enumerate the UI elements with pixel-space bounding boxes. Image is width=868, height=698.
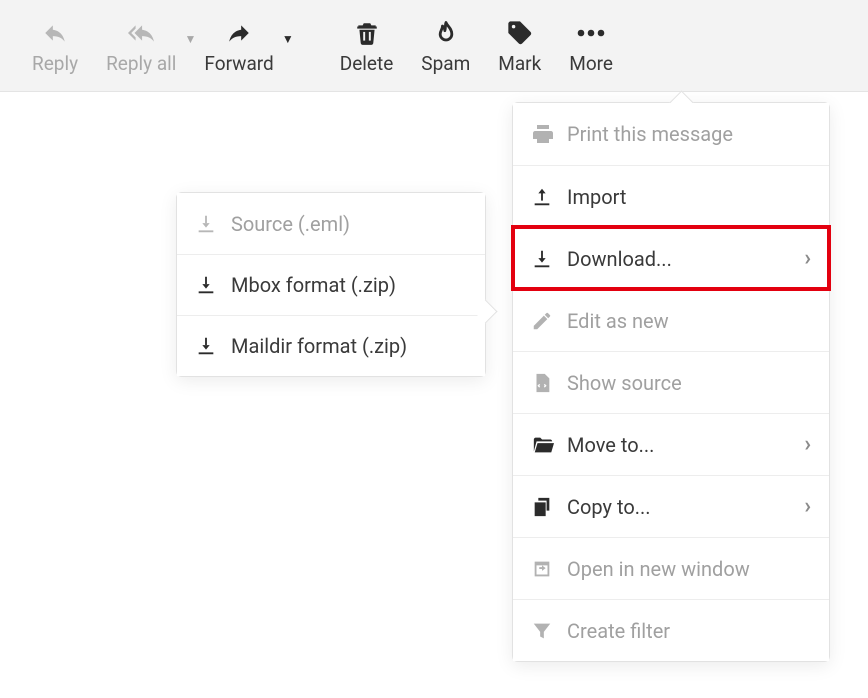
reply-all-label: Reply all (106, 52, 176, 75)
filter-icon (531, 620, 567, 642)
copy-icon (531, 496, 567, 518)
edit-as-new-item: Edit as new (513, 289, 829, 351)
upload-icon (531, 186, 567, 208)
download-source-eml-item: Source (.eml) (177, 193, 485, 254)
show-source-item: Show source (513, 351, 829, 413)
import-label: Import (567, 185, 811, 209)
chevron-right-icon: › (804, 246, 811, 271)
mark-label: Mark (498, 52, 541, 75)
chevron-right-icon: › (804, 494, 811, 519)
print-label: Print this message (567, 122, 811, 146)
download-label: Download... (567, 247, 804, 271)
printer-icon (531, 122, 567, 146)
download-mbox-item[interactable]: Mbox format (.zip) (177, 254, 485, 315)
move-to-item[interactable]: Move to... › (513, 413, 829, 475)
more-label: More (569, 52, 613, 75)
spam-button[interactable]: Spam (407, 10, 484, 81)
download-submenu: Source (.eml) Mbox format (.zip) Maildir… (176, 192, 486, 377)
forward-button[interactable]: Forward ▼ (190, 10, 287, 81)
delete-label: Delete (340, 52, 394, 75)
more-icon (576, 16, 606, 50)
mark-button[interactable]: Mark (484, 10, 555, 81)
create-filter-item: Create filter (513, 599, 829, 661)
tag-icon (506, 16, 534, 50)
import-item[interactable]: Import (513, 165, 829, 227)
menu-area: Source (.eml) Mbox format (.zip) Maildir… (0, 92, 868, 698)
open-new-window-item: Open in new window (513, 537, 829, 599)
mail-toolbar: Reply Reply all ▼ Forward ▼ Delete Spam … (0, 0, 868, 92)
spam-label: Spam (421, 52, 470, 75)
code-file-icon (531, 372, 567, 394)
download-icon (195, 213, 231, 235)
delete-button[interactable]: Delete (326, 10, 408, 81)
reply-all-button: Reply all ▼ (92, 10, 190, 81)
more-menu: Print this message Import Download... › … (512, 102, 830, 662)
copy-to-item[interactable]: Copy to... › (513, 475, 829, 537)
download-icon (195, 274, 231, 296)
download-maildir-label: Maildir format (.zip) (231, 334, 407, 358)
folder-open-icon (531, 434, 567, 456)
print-item: Print this message (513, 103, 829, 165)
external-window-icon (531, 558, 567, 580)
download-source-eml-label: Source (.eml) (231, 212, 350, 236)
trash-icon (354, 16, 380, 50)
download-icon (531, 248, 567, 270)
forward-caret-icon[interactable]: ▼ (282, 32, 294, 46)
reply-label: Reply (32, 52, 78, 75)
fire-icon (432, 16, 460, 50)
reply-icon (40, 16, 70, 50)
copy-to-label: Copy to... (567, 495, 804, 519)
download-mbox-label: Mbox format (.zip) (231, 273, 396, 297)
reply-all-icon (124, 16, 158, 50)
download-icon (195, 335, 231, 357)
reply-button: Reply (18, 10, 92, 81)
more-button[interactable]: More (555, 10, 627, 81)
forward-icon (224, 16, 254, 50)
move-to-label: Move to... (567, 433, 804, 457)
open-new-window-label: Open in new window (567, 557, 811, 581)
create-filter-label: Create filter (567, 619, 811, 643)
pencil-icon (531, 310, 567, 332)
chevron-right-icon: › (804, 432, 811, 457)
forward-label: Forward (204, 52, 273, 75)
show-source-label: Show source (567, 371, 811, 395)
download-item[interactable]: Download... › (513, 227, 829, 289)
edit-as-new-label: Edit as new (567, 309, 811, 333)
download-maildir-item[interactable]: Maildir format (.zip) (177, 315, 485, 376)
